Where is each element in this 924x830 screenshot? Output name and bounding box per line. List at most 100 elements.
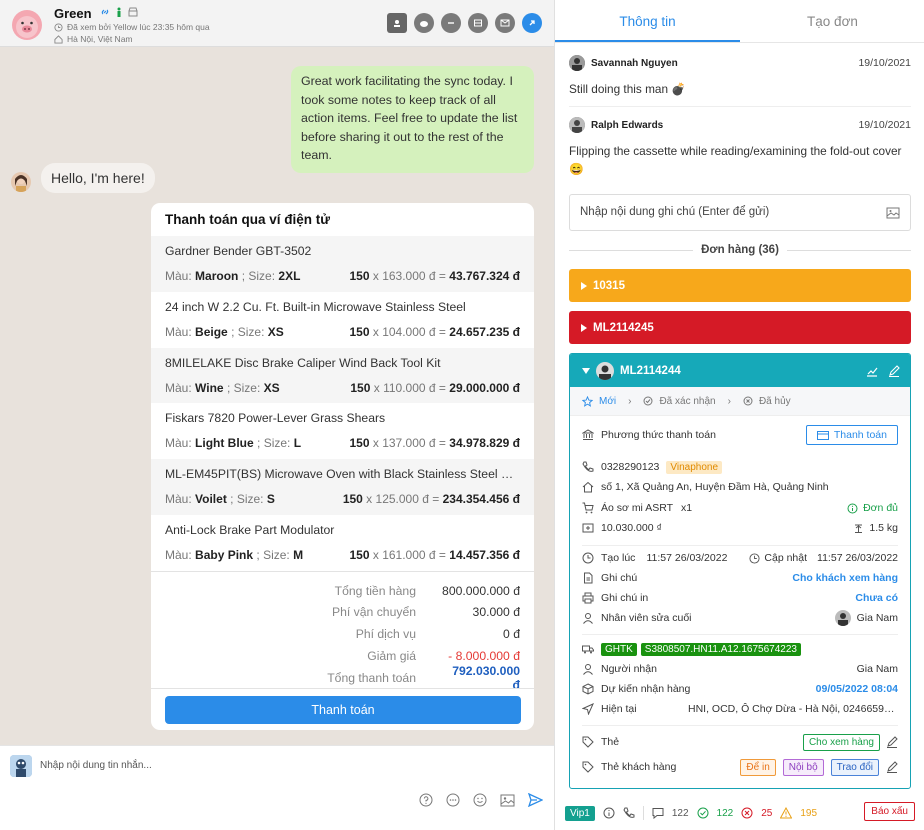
total-row: Phí vận chuyển 30.000 đ	[165, 602, 520, 624]
item-detail: Màu: Wine ; Size: XS 150 x 110.000 đ = 29…	[165, 381, 520, 395]
customer-tag[interactable]: Trao đổi	[830, 758, 879, 776]
payment-method-label: Phương thức thanh toán	[601, 429, 716, 441]
item-qty: 150	[349, 436, 370, 451]
item-calc: 150 x 137.000 đ = 34.978.829 đ	[349, 436, 520, 451]
chart-icon[interactable]	[866, 365, 878, 377]
info-icon[interactable]	[603, 807, 615, 819]
phone-number[interactable]: 0328290123	[601, 461, 659, 473]
step-cancelled[interactable]: Đã hủy	[759, 396, 791, 407]
total-label: Tổng tiền hàng	[334, 583, 416, 598]
send-icon[interactable]	[528, 793, 543, 807]
check-circle-icon	[643, 396, 653, 406]
amount-row: 10.030.000 ₫ 1.5 kg	[582, 520, 898, 536]
edit-icon[interactable]	[886, 761, 898, 773]
order-code: ML2114245	[593, 321, 654, 334]
edit-icon[interactable]	[886, 736, 898, 748]
size-label: ; Size:	[230, 492, 264, 507]
editor-avatar	[834, 610, 851, 626]
phone-icon[interactable]	[623, 807, 635, 819]
receiver-row: Người nhận Gia Nam	[582, 661, 898, 677]
order-bar[interactable]: 10315	[569, 269, 911, 302]
item-calc: 150 x 125.000 đ = 234.354.456 đ	[342, 492, 520, 507]
payment-item: 24 inch W 2.2 Cu. Ft. Built-in Microwave…	[151, 292, 534, 348]
customer-tag[interactable]: Để in	[740, 758, 776, 776]
payment-method-button[interactable]: Thanh toán	[805, 425, 898, 445]
box-icon	[582, 683, 594, 695]
editor-label: Nhân viên sửa cuối	[601, 612, 692, 624]
mail-button[interactable]	[495, 13, 515, 33]
address-text: số 1, Xã Quảng An, Huyện Đầm Hà, Quảng N…	[601, 481, 829, 493]
product-qty: x1	[681, 502, 693, 514]
receiver-label: Người nhận	[601, 663, 657, 675]
reddit-button[interactable]	[414, 13, 434, 33]
item-detail: Màu: Beige ; Size: XS 150 x 104.000 đ = 2…	[165, 325, 520, 339]
total-label: Phí dịch vụ	[355, 627, 416, 642]
archive-button[interactable]	[468, 13, 488, 33]
report-button[interactable]: Báo xấu	[864, 802, 915, 821]
contact-avatar[interactable]	[12, 10, 42, 40]
order-tag[interactable]: Cho xem hàng	[802, 733, 880, 751]
item-size: 2XL	[278, 269, 301, 283]
total-value: 0 đ	[503, 627, 520, 642]
item-name: Fiskars 7820 Power-Lever Grass Shears	[165, 411, 386, 426]
item-qty: 150	[349, 547, 370, 562]
order-card-header[interactable]: ML2114244	[570, 354, 910, 387]
store-icon	[128, 7, 138, 17]
item-price: 110.000 đ	[383, 380, 436, 395]
tab-create-order[interactable]: Tạo đơn	[740, 0, 924, 42]
size-label: ; Size:	[226, 380, 261, 395]
order-code: ML2114244	[620, 364, 681, 377]
created-label: Tạo lúc	[601, 552, 636, 564]
shipping-carrier: GHTK	[601, 642, 637, 656]
note-input[interactable]: Nhập nội dung ghi chú (Enter để gửi)	[569, 194, 911, 231]
step-confirmed[interactable]: Đã xác nhận	[659, 396, 715, 407]
edit-icon[interactable]	[888, 364, 900, 377]
sender-avatar[interactable]	[11, 172, 31, 192]
editor-group: Gia Nam	[834, 610, 898, 626]
item-size: S	[266, 492, 275, 507]
check-circle-icon	[697, 807, 709, 819]
phone-icon	[582, 461, 594, 472]
step-new[interactable]: Mới	[599, 396, 616, 407]
order-bar[interactable]: ML2114245	[569, 311, 911, 344]
quick-reply-icon[interactable]	[446, 793, 460, 807]
print-note-label: Ghi chú in	[601, 592, 649, 604]
message-input[interactable]: Nhập nội dung tin nhắn...	[40, 760, 152, 771]
home-icon	[582, 481, 594, 493]
minus-icon	[448, 22, 454, 24]
customer-tag[interactable]: Nội bộ	[782, 758, 824, 776]
item-calc: 150 x 110.000 đ = 29.000.000 đ	[350, 380, 520, 395]
item-size: M	[293, 547, 304, 562]
note-text: Flipping the cassette while reading/exam…	[569, 144, 902, 176]
outgoing-message: Great work facilitating the sync today. …	[291, 66, 534, 173]
total-label: Giảm giá	[367, 649, 416, 664]
note-item: Ralph Edwards 19/10/2021 Flipping the ca…	[569, 117, 911, 178]
order-card: ML2114244 Mới › Đã xác nhận › Đã hủy Phư…	[569, 353, 911, 789]
editor-name: Gia Nam	[856, 612, 898, 624]
location-text: Hà Nội, Việt Nam	[67, 34, 133, 44]
note-author-avatar	[569, 117, 585, 133]
image-icon[interactable]	[500, 794, 515, 807]
payment-item: 8MILELAKE Disc Brake Caliper Wind Back T…	[151, 347, 534, 404]
pay-button[interactable]: Thanh toán	[165, 696, 521, 724]
minus-button[interactable]	[441, 13, 461, 33]
emoji-icon[interactable]	[473, 793, 487, 807]
current-location-row: Hiện tại HNI, OCD, Ô Chợ Dừa - Hà Nội, 0…	[582, 701, 898, 717]
share-button[interactable]	[522, 13, 542, 33]
note-input-placeholder: Nhập nội dung ghi chú (Enter để gửi)	[580, 206, 770, 218]
image-icon[interactable]	[886, 207, 900, 219]
payment-item: Gardner Bender GBT-3502 Màu: Maroon ; Siz…	[151, 236, 534, 292]
clock-icon	[749, 552, 760, 564]
item-qty: 150	[349, 269, 370, 283]
divider	[151, 688, 534, 689]
contact-card-button[interactable]	[387, 13, 407, 33]
tracking-code[interactable]: S3808507.HN11.A12.1675674223	[640, 642, 801, 656]
cancel-circle-icon	[741, 807, 753, 819]
product-row: Áo sơ mi ASRT x1 Đơn đủ	[582, 500, 898, 516]
item-calc: 150 x 161.000 đ = 14.457.356 đ	[349, 547, 520, 562]
print-note-value[interactable]: Chưa có	[855, 592, 898, 604]
note-value[interactable]: Cho khách xem hàng	[792, 572, 898, 584]
help-icon[interactable]	[419, 793, 433, 807]
current-location: HNI, OCD, Ô Chợ Dừa - Hà Nội, 0246659220…	[688, 703, 898, 715]
tab-info[interactable]: Thông tin	[555, 0, 740, 42]
